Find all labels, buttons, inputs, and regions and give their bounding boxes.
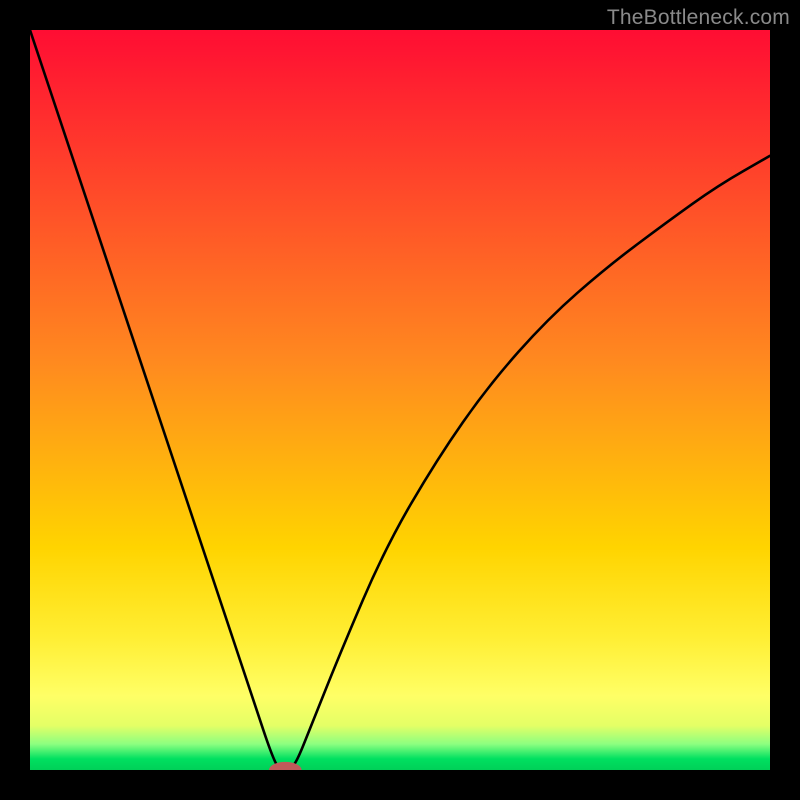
gradient-background	[30, 30, 770, 770]
chart-frame: TheBottleneck.com	[0, 0, 800, 800]
chart-svg	[30, 30, 770, 770]
watermark-text: TheBottleneck.com	[607, 6, 790, 30]
plot-area	[30, 30, 770, 770]
